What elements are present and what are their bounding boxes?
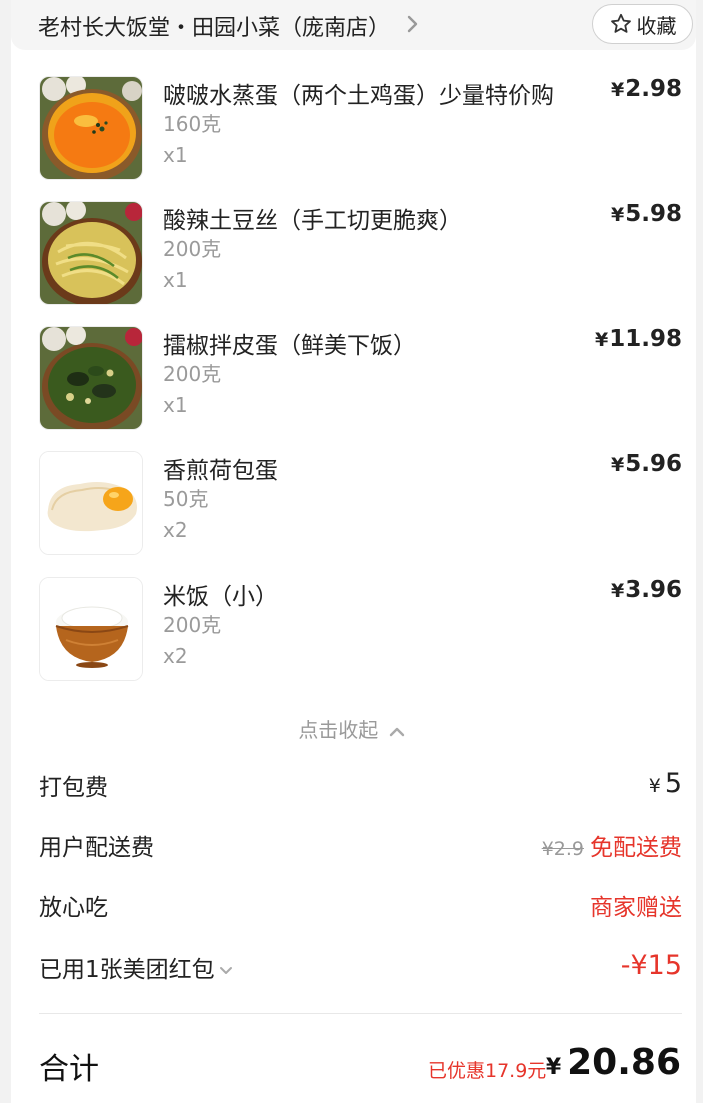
item-name: 酸辣土豆丝（手工切更脆爽） — [163, 208, 462, 234]
order-item[interactable]: 擂椒拌皮蛋（鲜美下饭） 200克 x1 ¥11.98 — [39, 326, 684, 430]
star-icon — [610, 13, 631, 33]
store-header[interactable]: 老村长大饭堂・田园小菜（庞南店） 收藏 — [11, 0, 696, 50]
century-egg-image — [39, 326, 143, 430]
chevron-down-icon — [219, 966, 232, 974]
redpacket-label[interactable]: 已用1张美团红包 — [39, 950, 233, 984]
item-weight: 200克 — [163, 362, 222, 386]
item-price: ¥11.98 — [595, 326, 682, 352]
item-weight: 50克 — [163, 487, 209, 511]
item-name: 米饭（小） — [163, 584, 278, 610]
rice-bowl-image — [39, 577, 143, 681]
order-item[interactable]: 啵啵水蒸蛋（两个土鸡蛋）少量特价购 160克 x1 ¥2.98 — [39, 76, 684, 180]
item-weight: 200克 — [163, 237, 222, 261]
divider — [39, 1013, 682, 1014]
delivery-fee-value: ¥2.9 免配送费 — [541, 835, 682, 861]
packing-fee-value: ¥5 — [648, 768, 682, 799]
item-price: ¥3.96 — [611, 577, 682, 603]
potato-shreds-image — [39, 201, 143, 305]
item-weight: 160克 — [163, 112, 222, 136]
collapse-label: 点击收起 — [298, 718, 379, 742]
assurance-row: 放心吃 商家赠送 — [39, 888, 682, 922]
item-quantity: x2 — [163, 644, 188, 668]
item-price: ¥5.96 — [611, 451, 682, 477]
delivery-fee-label: 用户配送费 — [39, 835, 154, 861]
favorite-label: 收藏 — [636, 13, 677, 38]
assurance-value: 商家赠送 — [590, 895, 682, 921]
packing-fee-label: 打包费 — [39, 775, 108, 801]
packing-fee-row: 打包费 ¥5 — [39, 768, 682, 802]
assurance-label: 放心吃 — [39, 895, 108, 921]
order-item[interactable]: 米饭（小） 200克 x2 ¥3.96 — [39, 577, 684, 681]
steamed-egg-image — [39, 76, 143, 180]
item-name: 擂椒拌皮蛋（鲜美下饭） — [163, 333, 416, 359]
chevron-right-icon[interactable] — [403, 12, 423, 36]
total-label: 合计 — [39, 1052, 99, 1087]
order-item[interactable]: 酸辣土豆丝（手工切更脆爽） 200克 x1 ¥5.98 — [39, 201, 684, 305]
item-quantity: x1 — [163, 143, 188, 167]
item-price: ¥5.98 — [611, 201, 682, 227]
redpacket-row[interactable]: 已用1张美团红包 -¥15 — [39, 950, 682, 984]
redpacket-value: -¥15 — [620, 950, 682, 981]
fried-egg-image — [39, 451, 143, 555]
original-delivery-fee: ¥2.9 — [541, 838, 584, 860]
total-saved: 已优惠17.9元 — [428, 1060, 547, 1082]
store-name[interactable]: 老村长大饭堂・田园小菜（庞南店） — [38, 10, 390, 42]
delivery-fee-row: 用户配送费 ¥2.9 免配送费 — [39, 828, 682, 862]
order-item[interactable]: 香煎荷包蛋 50克 x2 ¥5.96 — [39, 451, 684, 555]
item-name: 香煎荷包蛋 — [163, 458, 278, 484]
chevron-up-icon — [389, 727, 404, 736]
item-quantity: x1 — [163, 268, 188, 292]
item-quantity: x1 — [163, 393, 188, 417]
item-weight: 200克 — [163, 613, 222, 637]
item-price: ¥2.98 — [611, 76, 682, 102]
item-name: 啵啵水蒸蛋（两个土鸡蛋）少量特价购 — [163, 83, 554, 109]
item-quantity: x2 — [163, 518, 188, 542]
favorite-button[interactable]: 收藏 — [592, 4, 693, 44]
total-value: ¥20.86 — [545, 1042, 681, 1083]
collapse-toggle[interactable]: 点击收起 — [0, 714, 703, 743]
